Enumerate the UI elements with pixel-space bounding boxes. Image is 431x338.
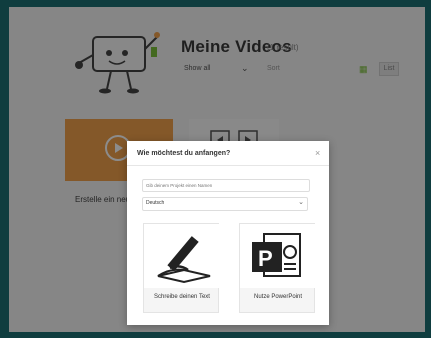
modal-divider [127,165,329,166]
write-text-label: Schreibe deinen Text [154,294,210,300]
powerpoint-option[interactable]: P Nutze PowerPoint [239,223,316,313]
close-icon[interactable]: × [315,148,320,158]
project-name-input[interactable] [142,179,310,192]
start-project-modal: Wie möchtest du anfangen? × Deutsch ⌄ Sc… [127,141,329,325]
chevron-down-icon: ⌄ [298,199,304,206]
language-select[interactable]: Deutsch ⌄ [142,197,308,211]
app-window: Meine Videos (1 result) Show all ⌄ Sort … [9,7,425,332]
write-text-option[interactable]: Schreibe deinen Text [143,223,220,313]
pen-paper-icon [144,224,220,288]
powerpoint-label: Nutze PowerPoint [253,294,303,300]
modal-title: Wie möchtest du anfangen? [137,150,231,157]
svg-text:P: P [258,246,273,271]
powerpoint-icon: P [240,224,316,288]
language-value: Deutsch [146,200,165,206]
